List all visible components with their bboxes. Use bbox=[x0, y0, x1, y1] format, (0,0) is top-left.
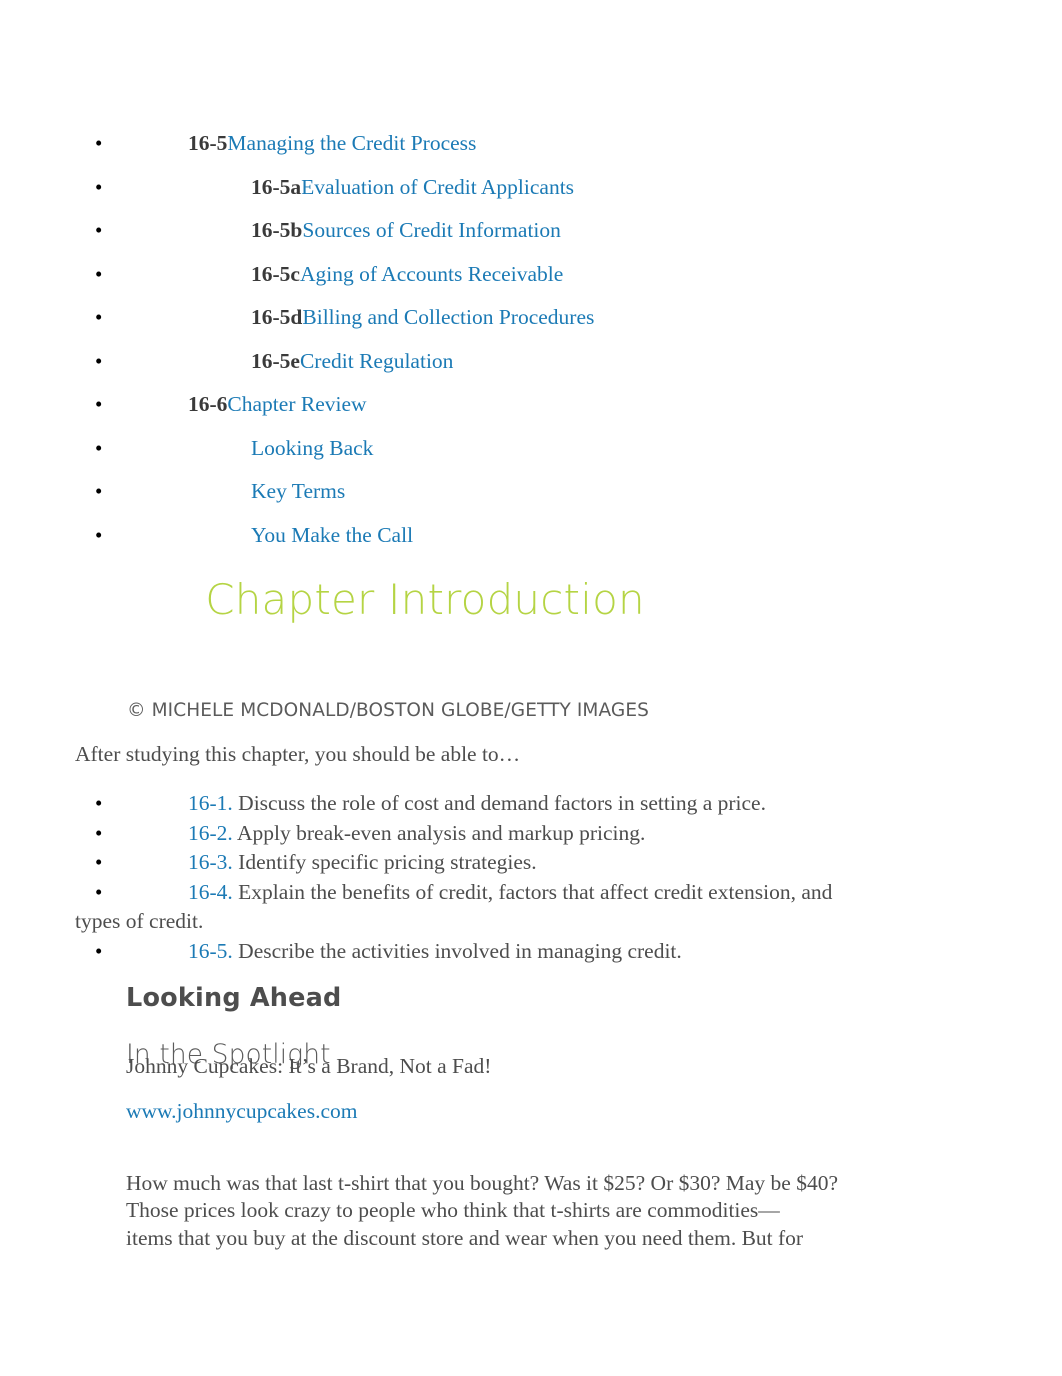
toc-item-number: 16-5c bbox=[251, 261, 300, 286]
objective-item: • 16-3. Identify specific pricing strateg… bbox=[0, 848, 1062, 878]
bullet-icon: • bbox=[95, 791, 103, 815]
learning-objectives-list: • 16-1. Discuss the role of cost and dema… bbox=[0, 789, 1062, 966]
toc-item-text: 16-6Chapter Review bbox=[0, 383, 1062, 427]
bullet-icon: • bbox=[95, 522, 103, 547]
toc-item[interactable]: • 16-6Chapter Review bbox=[0, 383, 1062, 427]
chapter-photo-placeholder bbox=[127, 620, 747, 700]
bullet-icon: • bbox=[95, 479, 103, 503]
toc-item[interactable]: • You Make the Call bbox=[0, 514, 1062, 558]
toc-item-number: 16-5b bbox=[251, 218, 303, 242]
objective-item: • 16-5. Describe the activities involved … bbox=[0, 937, 1062, 967]
toc-item[interactable]: • 16-5Managing the Credit Process bbox=[0, 122, 1062, 166]
paragraph-line: items that you buy at the discount store… bbox=[126, 1225, 804, 1250]
table-of-contents: • 16-5Managing the Credit Process • 16-5… bbox=[0, 122, 1062, 557]
objectives-intro: After studying this chapter, you should … bbox=[75, 742, 521, 766]
toc-item-link[interactable]: Looking Back bbox=[251, 436, 373, 460]
toc-item-text: 16-5Managing the Credit Process bbox=[0, 122, 1062, 166]
objective-item: • 16-4. Explain the benefits of credit, f… bbox=[0, 878, 1062, 937]
toc-item-link[interactable]: Evaluation of Credit Applicants bbox=[301, 175, 574, 199]
objective-number: 16-1. bbox=[188, 791, 233, 815]
toc-item-link[interactable]: Managing the Credit Process bbox=[227, 131, 476, 155]
objective-number: 16-5. bbox=[188, 938, 233, 963]
toc-item-link[interactable]: Billing and Collection Procedures bbox=[302, 305, 594, 329]
spotlight-url-link[interactable]: www.johnnycupcakes.com bbox=[126, 1099, 357, 1124]
toc-item-number: 16-5 bbox=[188, 131, 228, 155]
objective-text-continuation: types of credit. bbox=[75, 909, 204, 933]
objective-text: Identify specific pricing strategies. bbox=[232, 850, 537, 874]
toc-item[interactable]: • 16-5aEvaluation of Credit Applicants bbox=[0, 166, 1062, 210]
toc-item[interactable]: • 16-5bSources of Credit Information bbox=[0, 209, 1062, 253]
bullet-icon: • bbox=[95, 879, 103, 904]
toc-item-text: 16-5cAging of Accounts Receivable bbox=[0, 253, 1062, 297]
bullet-icon: • bbox=[95, 938, 103, 963]
toc-item-link[interactable]: Sources of Credit Information bbox=[302, 218, 561, 242]
toc-item[interactable]: • 16-5eCredit Regulation bbox=[0, 340, 1062, 384]
toc-item-link[interactable]: Credit Regulation bbox=[300, 349, 453, 373]
toc-item-number: 16-5d bbox=[251, 305, 303, 329]
toc-item-link[interactable]: Chapter Review bbox=[227, 392, 366, 416]
bullet-icon: • bbox=[95, 850, 103, 874]
page-title: Chapter Introduction bbox=[205, 575, 645, 625]
bullet-icon: • bbox=[95, 305, 103, 329]
toc-item-text: Looking Back bbox=[0, 427, 1062, 471]
spotlight-subtitle: Johnny Cupcakes: It’s a Brand, Not a Fad… bbox=[126, 1054, 492, 1078]
toc-item-number: 16-5e bbox=[251, 348, 300, 373]
bullet-icon: • bbox=[95, 261, 103, 286]
toc-item-text: 16-5dBilling and Collection Procedures bbox=[0, 296, 1062, 340]
bullet-icon: • bbox=[95, 435, 103, 460]
objective-number: 16-3. bbox=[188, 850, 233, 874]
objective-item: • 16-1. Discuss the role of cost and dema… bbox=[0, 789, 1062, 819]
body-paragraph: How much was that last t-shirt that you … bbox=[126, 1170, 954, 1253]
toc-item-text: You Make the Call bbox=[0, 514, 1062, 558]
objective-text: Apply break-even analysis and markup pri… bbox=[232, 820, 646, 845]
toc-item-link[interactable]: You Make the Call bbox=[251, 523, 413, 547]
bullet-icon: • bbox=[95, 218, 103, 242]
objective-text: Describe the activities involved in mana… bbox=[232, 938, 682, 963]
toc-item-number: 16-6 bbox=[188, 392, 228, 416]
toc-item[interactable]: • 16-5cAging of Accounts Receivable bbox=[0, 253, 1062, 297]
paragraph-line: Those prices look crazy to people who th… bbox=[126, 1198, 780, 1222]
toc-item[interactable]: • Key Terms bbox=[0, 470, 1062, 514]
toc-item-text: 16-5aEvaluation of Credit Applicants bbox=[0, 166, 1062, 210]
toc-item[interactable]: • 16-5dBilling and Collection Procedures bbox=[0, 296, 1062, 340]
bullet-icon: • bbox=[95, 131, 103, 155]
toc-item[interactable]: • Looking Back bbox=[0, 427, 1062, 471]
toc-item-text: Key Terms bbox=[0, 470, 1062, 514]
objective-text: Discuss the role of cost and demand fact… bbox=[232, 791, 766, 815]
objective-number: 16-4. bbox=[188, 879, 233, 904]
photo-credit: © MICHELE MCDONALD/BOSTON GLOBE/GETTY IM… bbox=[127, 700, 649, 721]
document-page: • 16-5Managing the Credit Process • 16-5… bbox=[0, 0, 1062, 1376]
objective-number: 16-2. bbox=[188, 820, 233, 845]
bullet-icon: • bbox=[95, 820, 103, 845]
toc-item-text: 16-5bSources of Credit Information bbox=[0, 209, 1062, 253]
objective-text: Explain the benefits of credit, factors … bbox=[232, 879, 833, 904]
looking-ahead-heading: Looking Ahead bbox=[126, 983, 342, 1014]
toc-item-number: 16-5a bbox=[251, 174, 302, 199]
bullet-icon: • bbox=[95, 348, 103, 373]
toc-item-link[interactable]: Key Terms bbox=[251, 479, 345, 503]
objective-item: • 16-2. Apply break-even analysis and mar… bbox=[0, 819, 1062, 849]
toc-item-text: 16-5eCredit Regulation bbox=[0, 340, 1062, 384]
bullet-icon: • bbox=[95, 174, 103, 199]
paragraph-line: How much was that last t-shirt that you … bbox=[126, 1170, 839, 1195]
bullet-icon: • bbox=[95, 392, 103, 416]
toc-item-link[interactable]: Aging of Accounts Receivable bbox=[300, 262, 563, 286]
